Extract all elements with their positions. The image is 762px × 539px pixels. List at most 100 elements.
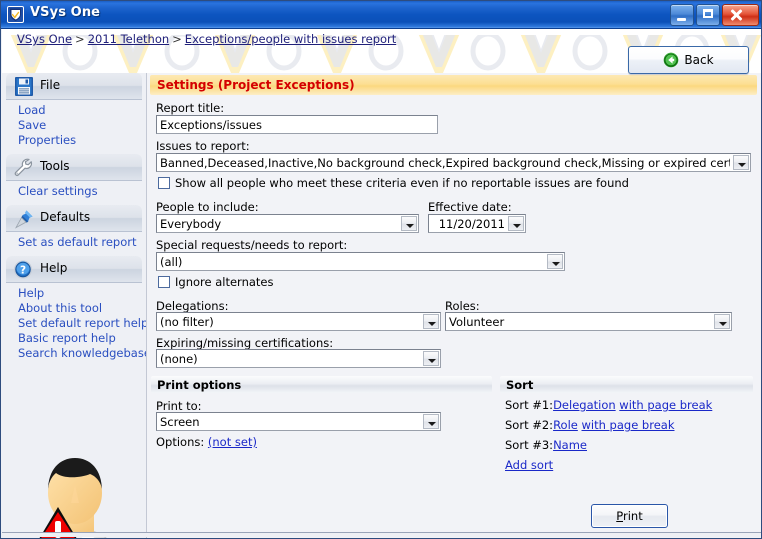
print-options-options-row: Options: (not set)	[156, 435, 257, 449]
sidebar-link-search-knowledgebase[interactable]: Search knowledgebase	[6, 346, 151, 361]
back-arrow-icon	[664, 52, 679, 68]
sidebar-section-tools-label: Tools	[40, 159, 70, 173]
show-all-people-label: Show all people who meet these criteria …	[175, 176, 629, 190]
print-to-select[interactable]: Screen	[156, 412, 441, 431]
effective-date-value: 11/20/2011	[438, 217, 505, 231]
people-to-include-value: Everybody	[160, 217, 222, 231]
options-label: Options:	[156, 435, 205, 449]
chevron-down-icon[interactable]	[423, 351, 439, 366]
breadcrumb: VSys One >2011 Telethon > Exceptions/people…	[17, 32, 396, 46]
report-title-label: Report title:	[156, 101, 225, 115]
effective-date-input[interactable]: 11/20/2011	[428, 214, 526, 233]
ignore-alternates-label: Ignore alternates	[175, 275, 274, 289]
roles-label: Roles:	[445, 299, 480, 313]
chevron-down-icon[interactable]	[733, 155, 749, 170]
issues-to-report-label: Issues to report:	[156, 139, 250, 153]
sidebar-link-load[interactable]: Load	[6, 103, 142, 118]
print-button-rest: rint	[623, 509, 643, 523]
effective-date-label: Effective date:	[428, 200, 512, 214]
special-requests-label: Special requests/needs to report:	[156, 238, 348, 252]
chevron-down-icon[interactable]	[547, 254, 563, 269]
sidebar-links-file: Load Save Properties	[6, 100, 142, 154]
sort-3-label: Sort #3:	[505, 438, 554, 452]
sort-header: Sort	[500, 376, 753, 393]
breadcrumb-item-2[interactable]: Exceptions/people with issues report	[185, 32, 396, 46]
sidebar-link-about-this-tool[interactable]: About this tool	[6, 301, 142, 316]
print-button-accelerator: P	[616, 509, 623, 523]
sidebar-section-defaults: Defaults	[6, 205, 142, 232]
sort-1-field-link[interactable]: Delegation	[553, 398, 616, 412]
special-requests-select[interactable]: (all)	[156, 252, 565, 271]
application-window: VSys One VSys One > 2011 Telethon > Exce…	[0, 0, 762, 539]
certifications-select[interactable]: (none)	[156, 349, 441, 368]
sort-1-label: Sort #1:	[505, 398, 554, 412]
breadcrumb-item-0[interactable]: VSys One	[17, 32, 72, 46]
issues-to-report-value: Banned,Deceased,Inactive,No background c…	[160, 156, 730, 170]
sidebar-link-clear-settings[interactable]: Clear settings	[6, 184, 142, 199]
status-bar	[2, 532, 761, 537]
delegations-select[interactable]: (no filter)	[156, 312, 441, 331]
sidebar-section-help-label: Help	[40, 261, 68, 275]
people-to-include-select[interactable]: Everybody	[156, 214, 419, 233]
chevron-down-icon[interactable]	[401, 216, 417, 231]
sidebar-link-set-as-default-report[interactable]: Set as default report	[6, 235, 142, 250]
sidebar-link-properties[interactable]: Properties	[6, 133, 142, 148]
minimize-button[interactable]	[670, 4, 694, 26]
people-to-include-label: People to include:	[156, 200, 259, 214]
sidebar-links-defaults: Set as default report	[6, 232, 142, 256]
svg-text:?: ?	[20, 265, 26, 277]
print-options-header-label: Print options	[157, 378, 242, 392]
shield-check-icon	[7, 6, 24, 23]
show-all-people-checkbox-box[interactable]	[158, 177, 170, 189]
sidebar-section-file-label: File	[40, 78, 61, 92]
maximize-button[interactable]	[696, 4, 720, 26]
sort-3-field-link[interactable]: Name	[553, 438, 587, 452]
sort-2-label: Sort #2:	[505, 418, 554, 432]
sort-header-label: Sort	[506, 378, 534, 392]
print-button[interactable]: Print	[591, 504, 668, 528]
sidebar-links-tools: Clear settings	[6, 181, 142, 205]
print-button-label: Print	[616, 509, 642, 523]
options-value-link[interactable]: (not set)	[208, 435, 257, 449]
report-title-value: Exceptions/issues	[160, 118, 262, 132]
delegations-value: (no filter)	[160, 315, 214, 329]
breadcrumb-item-1[interactable]: 2011 Telethon	[88, 32, 169, 46]
breadcrumb-separator-1: >	[172, 32, 182, 46]
sidebar-link-set-default-report-help[interactable]: Set default report help	[6, 316, 148, 331]
window-controls	[670, 4, 759, 26]
title-bar: VSys One	[1, 1, 761, 29]
special-requests-value: (all)	[160, 255, 183, 269]
sidebar-section-file: File	[6, 73, 142, 100]
pushpin-icon	[14, 210, 33, 229]
calendar-dropdown-icon[interactable]	[508, 216, 524, 231]
sidebar-section-defaults-label: Defaults	[40, 210, 91, 224]
sort-2-page-break-link[interactable]: with page break	[582, 418, 675, 432]
chevron-down-icon[interactable]	[714, 314, 730, 329]
add-sort-link[interactable]: Add sort	[505, 458, 553, 472]
wrench-icon	[14, 158, 33, 176]
roles-value: Volunteer	[449, 315, 505, 329]
back-button-label: Back	[684, 53, 714, 67]
issues-to-report-select[interactable]: Banned,Deceased,Inactive,No background c…	[156, 153, 751, 172]
sort-row-3: Sort #3:Name	[505, 438, 587, 452]
sort-1-page-break-link[interactable]: with page break	[619, 398, 712, 412]
sidebar-link-help[interactable]: Help	[6, 286, 142, 301]
delegations-label: Delegations:	[156, 299, 229, 313]
close-button[interactable]	[722, 4, 759, 26]
sort-row-1: Sort #1:Delegation with page break	[505, 398, 712, 412]
ignore-alternates-checkbox-box[interactable]	[158, 276, 170, 288]
sort-2-field-link[interactable]: Role	[553, 418, 578, 432]
main-panel: Settings (Project Exceptions) Report tit…	[146, 73, 761, 538]
sidebar-link-basic-report-help[interactable]: Basic report help	[6, 331, 142, 346]
chevron-down-icon[interactable]	[423, 414, 439, 429]
chevron-down-icon[interactable]	[423, 314, 439, 329]
sidebar-section-tools: Tools	[6, 154, 142, 181]
report-title-input[interactable]: Exceptions/issues	[156, 115, 438, 134]
sidebar-section-help: ? Help	[6, 256, 142, 283]
question-circle-icon: ?	[14, 260, 32, 279]
back-button[interactable]: Back	[628, 46, 749, 74]
roles-select[interactable]: Volunteer	[445, 312, 732, 331]
breadcrumb-separator-0: >	[75, 32, 85, 46]
sidebar-link-save[interactable]: Save	[6, 118, 142, 133]
sort-row-2: Sort #2:Role with page break	[505, 418, 675, 432]
